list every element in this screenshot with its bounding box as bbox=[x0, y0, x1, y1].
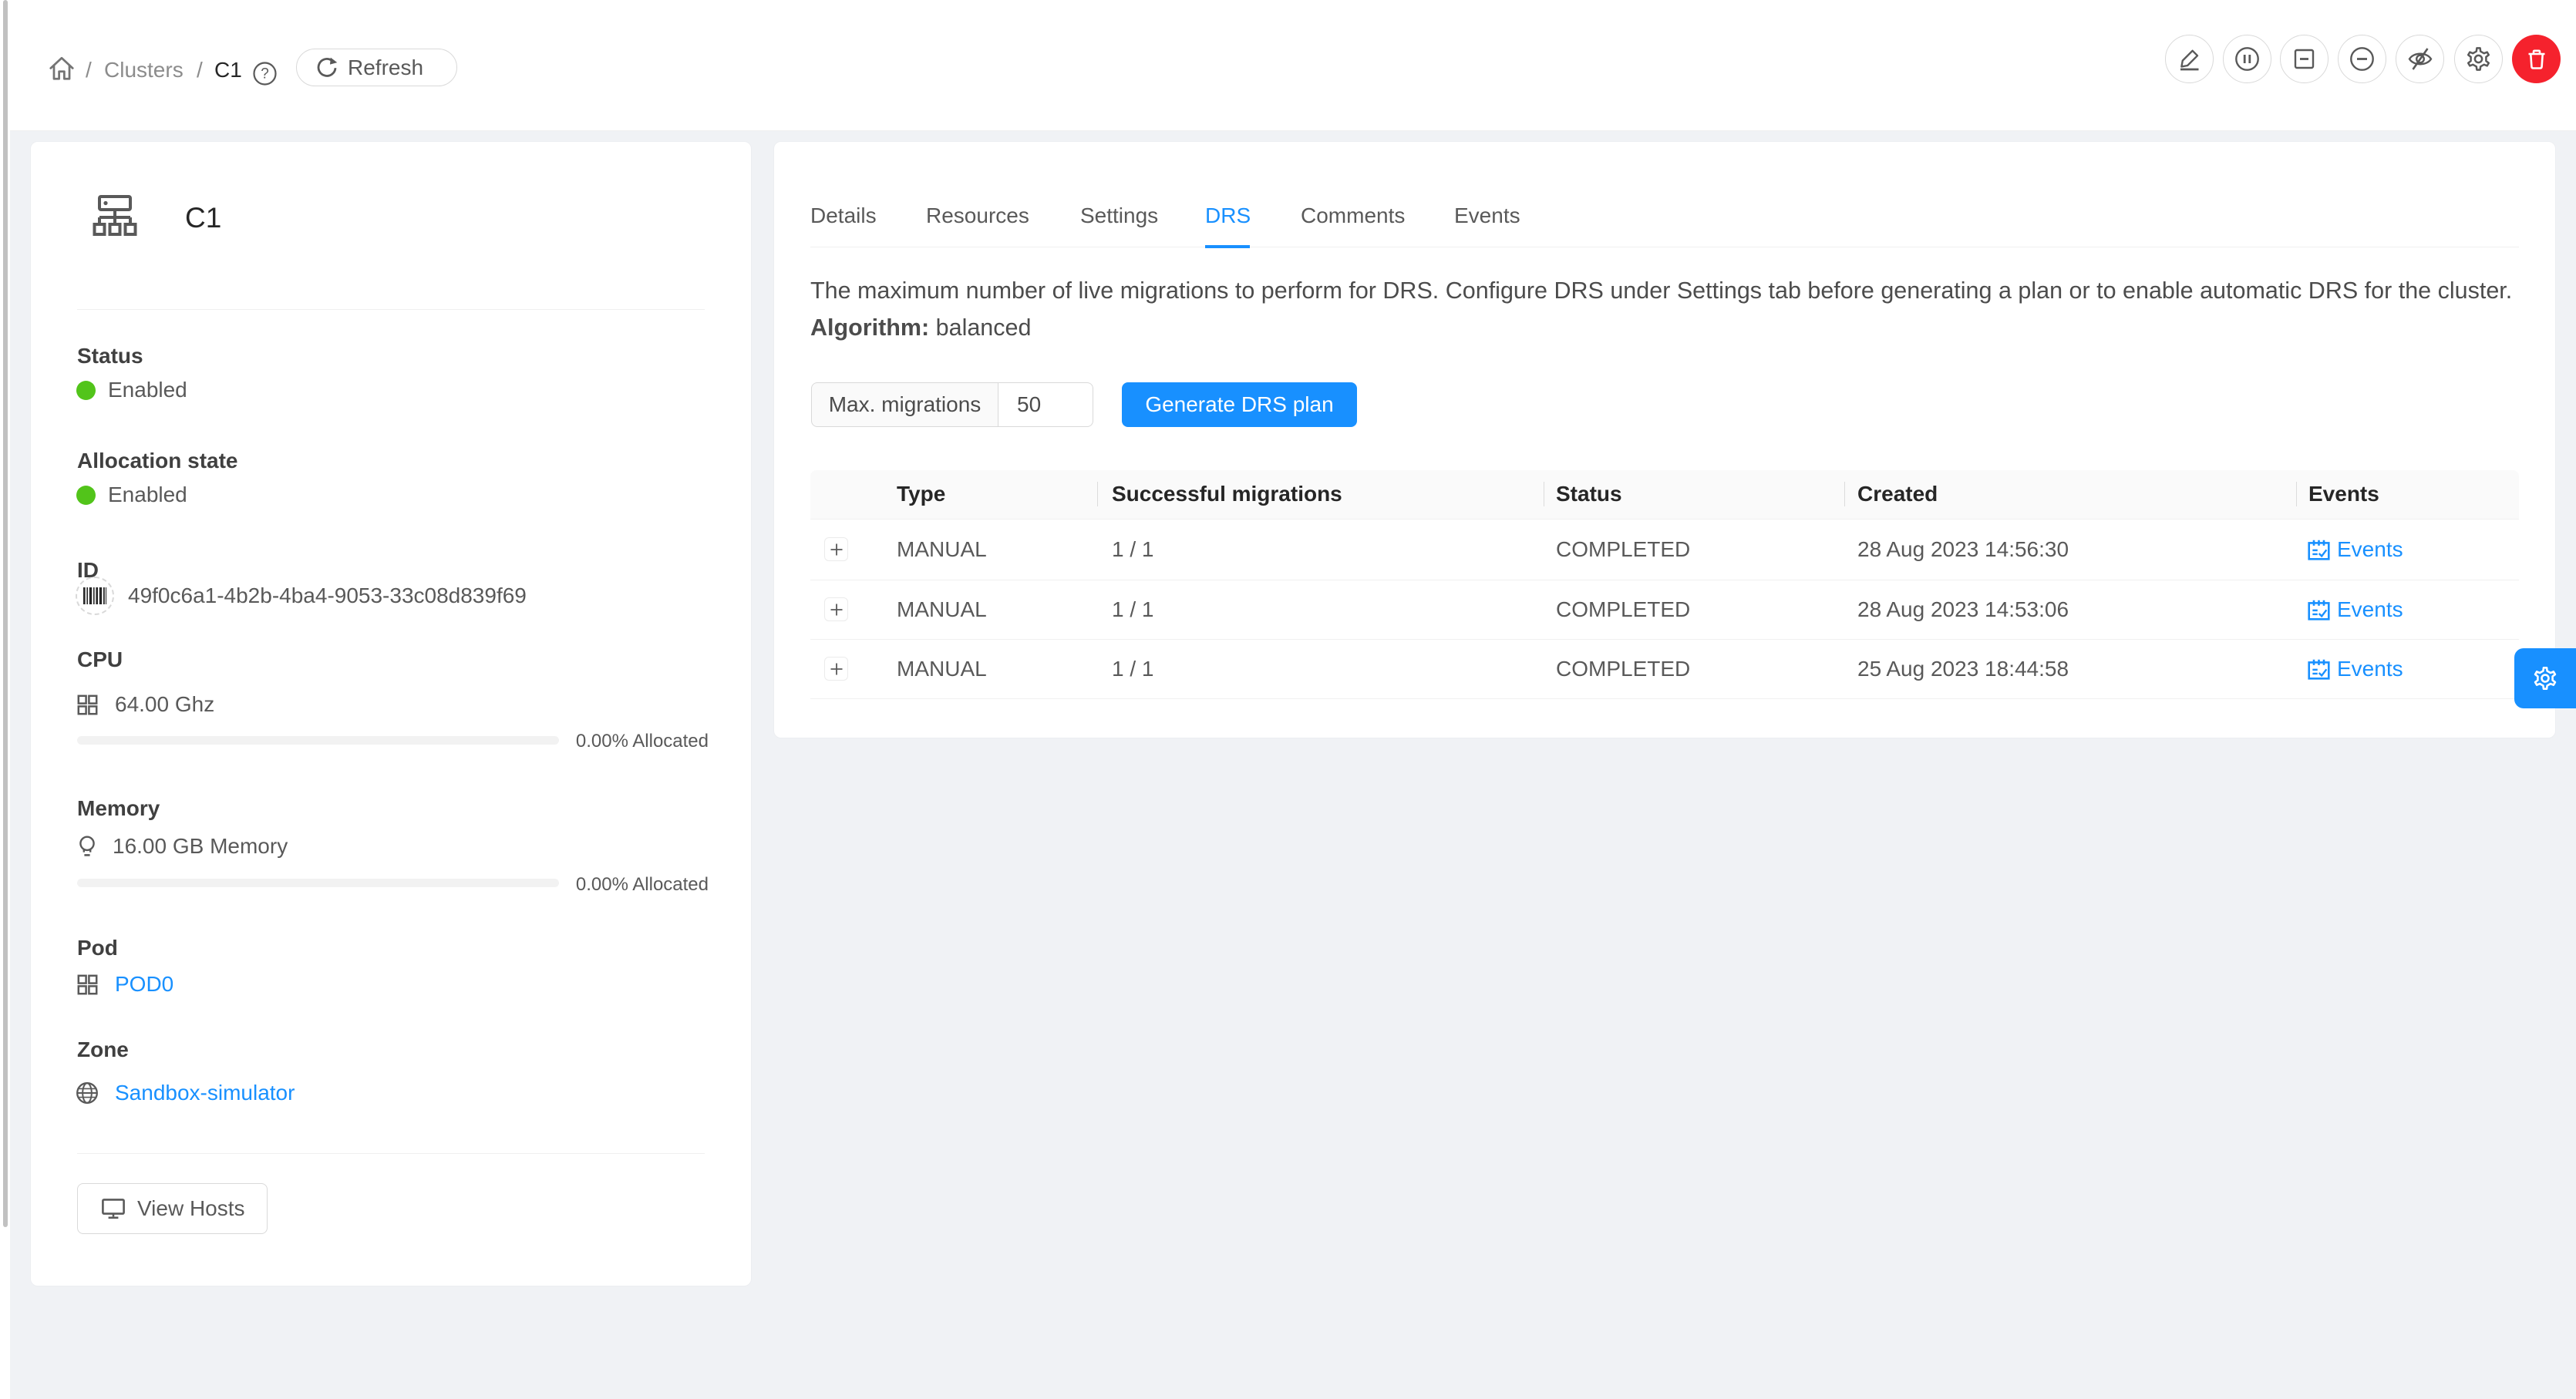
svg-text:?: ? bbox=[261, 66, 269, 82]
